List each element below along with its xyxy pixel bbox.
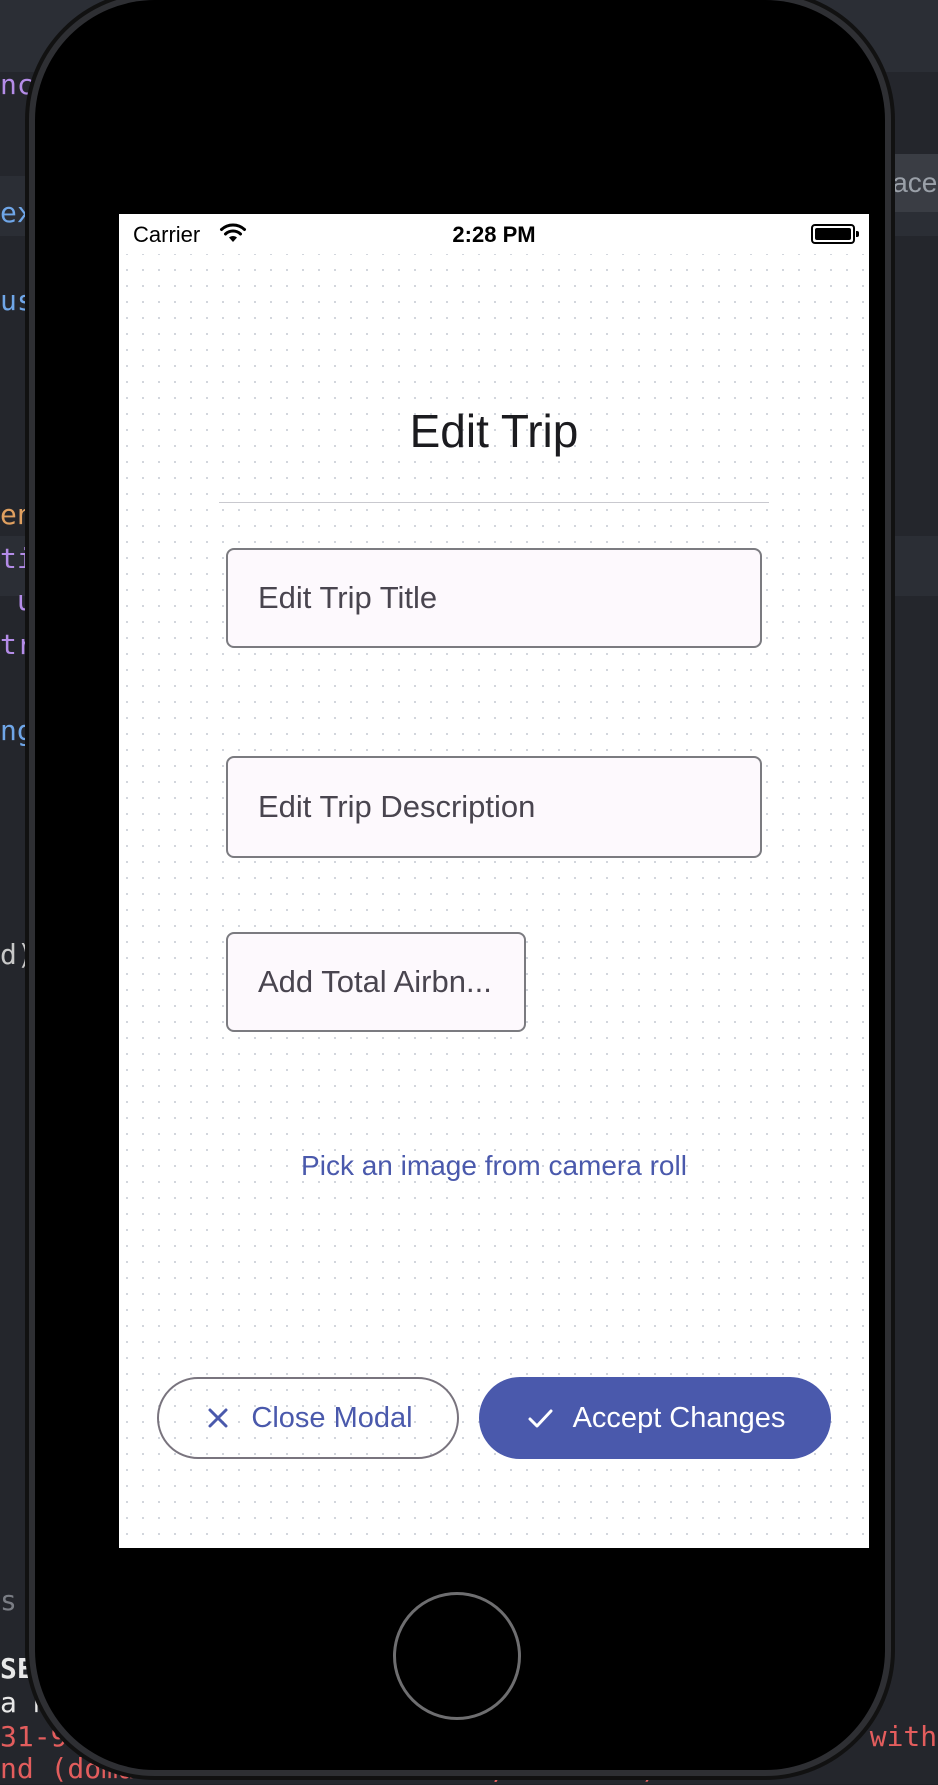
- editor-code-line: ng: [0, 714, 34, 747]
- editor-code-line: nc: [0, 68, 34, 101]
- app-screen: Carrier 2:28 PM Edit Trip Pick an image …: [119, 214, 869, 1548]
- trip-description-input[interactable]: [228, 758, 760, 856]
- trip-title-input[interactable]: [228, 550, 760, 646]
- accept-changes-label: Accept Changes: [572, 1401, 786, 1434]
- trip-title-field[interactable]: [226, 548, 762, 648]
- editor-code-line: en: [0, 498, 34, 531]
- close-modal-label: Close Modal: [251, 1401, 413, 1434]
- close-modal-button[interactable]: Close Modal: [157, 1377, 459, 1459]
- editor-placeholder-chip: lace: [880, 154, 938, 212]
- check-icon: [525, 1403, 555, 1433]
- battery-icon: [811, 224, 855, 244]
- trip-description-field[interactable]: [226, 756, 762, 858]
- airbnb-total-field[interactable]: [226, 932, 526, 1032]
- battery-tip: [856, 231, 859, 237]
- title-divider: [219, 502, 769, 503]
- editor-code-line: SE: [0, 1652, 34, 1685]
- editor-code-line: tr: [0, 628, 34, 661]
- close-icon: [203, 1403, 233, 1433]
- iphone-simulator-frame: Carrier 2:28 PM Edit Trip Pick an image …: [35, 0, 885, 1770]
- editor-code-line: d): [0, 938, 34, 971]
- pick-image-link[interactable]: Pick an image from camera roll: [119, 1150, 869, 1182]
- status-time: 2:28 PM: [452, 222, 536, 247]
- home-button[interactable]: [393, 1592, 521, 1720]
- status-bar: Carrier 2:28 PM: [119, 214, 869, 254]
- editor-code-line: s: [0, 1584, 17, 1617]
- editor-code-line: ti: [0, 542, 34, 575]
- accept-changes-button[interactable]: Accept Changes: [479, 1377, 831, 1459]
- airbnb-total-input[interactable]: [228, 934, 524, 1030]
- editor-code-line: u: [0, 584, 34, 617]
- modal-title: Edit Trip: [409, 405, 579, 457]
